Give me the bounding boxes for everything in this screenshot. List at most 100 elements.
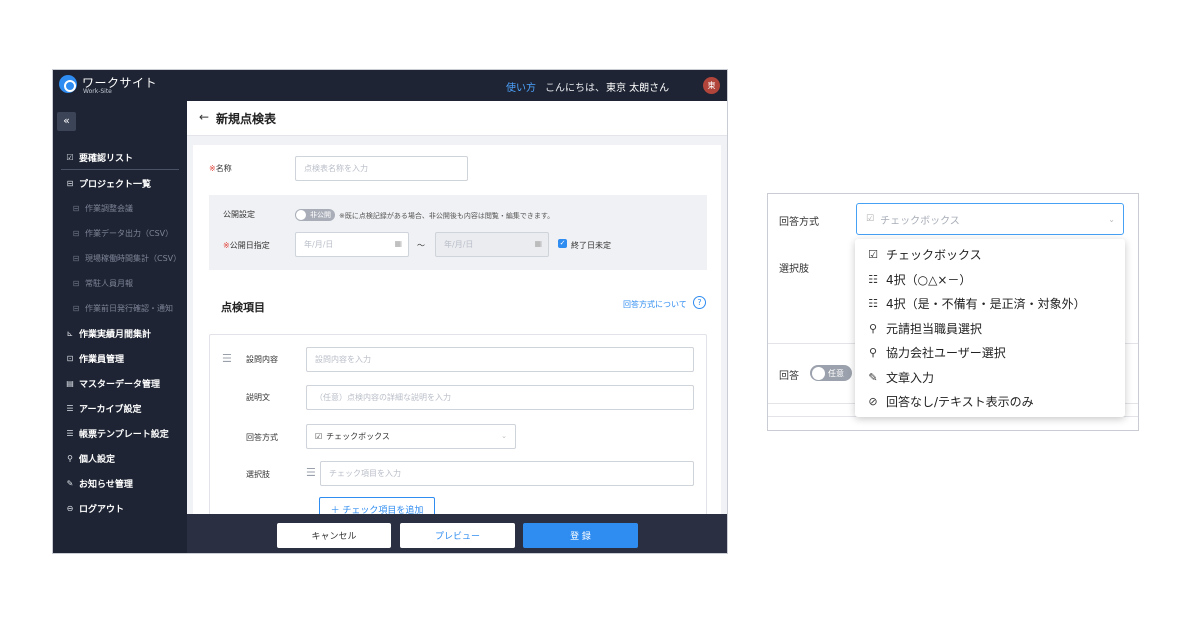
sidebar-item-monthly-summary[interactable]: ⊾ 作業実績月間集計: [53, 323, 187, 343]
description-label: 説明文: [246, 393, 270, 402]
start-date-input[interactable]: 年/月/日 ▦: [295, 232, 409, 257]
menu-item-partner-user[interactable]: ⚲ 協力会社ユーザー選択: [855, 340, 1125, 364]
sidebar-subitem-meeting[interactable]: ⊟ 作業調整会議: [53, 198, 187, 218]
end-undecided-checkbox[interactable]: ✓: [558, 239, 567, 248]
sidebar-item-label: プロジェクト一覧: [79, 179, 152, 190]
menu-item-label: 元請担当職員選択: [886, 321, 983, 336]
zoom-choices-label: 選択肢: [779, 264, 809, 275]
sidebar-item-label: 常駐人員月報: [85, 278, 133, 288]
answer-required-toggle[interactable]: 任意: [810, 365, 852, 381]
menu-item-label: 協力会社ユーザー選択: [886, 345, 1006, 360]
chevron-down-icon: ⌄: [1108, 215, 1115, 224]
menu-item-label: 回答なし/テキスト表示のみ: [886, 394, 1034, 409]
zoom-answer-row-label: 回答: [779, 371, 799, 382]
zoom-answer-label: 回答方式: [779, 217, 819, 228]
zoom-answer-select[interactable]: ☑ チェックボックス ⌄: [856, 203, 1124, 235]
sidebar-item-label: 個人設定: [79, 454, 116, 465]
sidebar-divider: [61, 169, 179, 170]
doc-icon: ⊟: [72, 253, 80, 263]
person-icon: ⚲: [868, 321, 878, 335]
zoom-selected-value: チェックボックス: [880, 215, 960, 227]
section-title: 点検項目: [221, 301, 265, 314]
preview-button[interactable]: プレビュー: [400, 523, 515, 548]
logo-subtitle: Work-Site: [83, 88, 112, 95]
answer-method-select[interactable]: ☑ チェックボックス ⌄: [306, 424, 516, 449]
help-link[interactable]: 使い方: [506, 79, 536, 94]
page-header: ← 新規点検表: [187, 101, 727, 136]
menu-item-4choice-status[interactable]: ☷ 4択（是・不備有・是正済・対象外）: [855, 291, 1125, 315]
person-icon: ⚲: [67, 453, 73, 463]
drag-handle-icon[interactable]: ☰: [306, 466, 316, 479]
id-card-icon: ⊡: [66, 353, 74, 363]
zoomed-dropdown-panel: 回答方式 ☑ チェックボックス ⌄ 選択肢 回答 任意 ☑ チェックボックス ☷…: [767, 193, 1139, 431]
about-answer-link[interactable]: 回答方式について: [623, 299, 687, 310]
logout-icon: ⊖: [66, 503, 74, 513]
end-undecided-label: 終了日未定: [571, 241, 611, 250]
back-arrow-icon[interactable]: ←: [199, 110, 209, 124]
question-label: 設問内容: [246, 355, 278, 364]
publish-settings-box: 公開設定 非公開 ※既に点検記録がある場合、非公開後も内容は閲覧・編集できます。…: [209, 195, 707, 270]
chevron-down-icon: ⌄: [501, 432, 507, 440]
question-mark-icon[interactable]: ?: [693, 296, 706, 309]
doc-icon: ⊟: [72, 228, 80, 238]
avatar[interactable]: 東: [703, 77, 720, 94]
menu-item-4choice-symbols[interactable]: ☷ 4択（○△×－）: [855, 267, 1125, 291]
description-input[interactable]: （任意）点検内容の詳細な説明を入力: [306, 385, 694, 410]
collapse-sidebar-button[interactable]: «: [57, 112, 76, 131]
list-icon: ☷: [868, 272, 878, 286]
name-input[interactable]: 点検表名称を入力: [295, 156, 468, 181]
sidebar-item-personal[interactable]: ⚲ 個人設定: [53, 448, 187, 468]
sidebar-item-logout[interactable]: ⊖ ログアウト: [53, 498, 187, 518]
sidebar-item-projects[interactable]: ⊟ プロジェクト一覧: [53, 173, 187, 193]
name-label-text: 名称: [215, 164, 232, 173]
chart-icon: ⊾: [66, 328, 74, 338]
answer-method-menu: ☑ チェックボックス ☷ 4択（○△×－） ☷ 4択（是・不備有・是正済・対象外…: [855, 239, 1125, 417]
publish-date-label: ※公開日指定: [223, 240, 270, 251]
logo-icon: [59, 75, 77, 93]
toggle-knob: [812, 366, 825, 380]
menu-item-contractor-staff[interactable]: ⚲ 元請担当職員選択: [855, 316, 1125, 340]
folder-icon: ⊟: [66, 178, 74, 188]
sidebar-item-label: 要確認リスト: [79, 153, 134, 164]
sidebar-item-templates[interactable]: ☰ 帳票テンプレート設定: [53, 423, 187, 443]
question-box: ☰ 設問内容 設問内容を入力 説明文 （任意）点検内容の詳細な説明を入力 回答方…: [209, 334, 707, 524]
app-window: ワークサイト Work-Site 使い方 こんにちは、 東京 太朗さん 東 « …: [52, 69, 728, 554]
doc-icon: ⊟: [72, 278, 80, 288]
choices-input[interactable]: チェック項目を入力: [320, 461, 694, 486]
calendar-icon: ▦: [394, 239, 402, 248]
sidebar-subitem-hours-csv[interactable]: ⊟ 現場稼働時間集計（CSV）: [53, 248, 187, 268]
start-date-placeholder: 年/月/日: [304, 240, 334, 249]
choices-label: 選択肢: [246, 470, 270, 479]
top-bar: ワークサイト Work-Site 使い方 こんにちは、 東京 太朗さん 東: [53, 70, 727, 101]
toggle-label: 任意: [828, 368, 844, 378]
drag-handle-icon[interactable]: ☰: [222, 352, 232, 365]
edit-icon: ✎: [66, 478, 74, 488]
doc-icon: ⊟: [72, 303, 80, 313]
cancel-button[interactable]: キャンセル: [277, 523, 391, 548]
sidebar-subitem-work-data-csv[interactable]: ⊟ 作業データ出力（CSV）: [53, 223, 187, 243]
footer-bar: キャンセル プレビュー 登 録: [187, 514, 727, 553]
sidebar-item-archive[interactable]: ☰ アーカイブ設定: [53, 398, 187, 418]
user-name[interactable]: 東京 太朗さん: [606, 79, 669, 94]
sidebar-subitem-notice[interactable]: ⊟ 作業前日発行確認・通知: [53, 298, 187, 318]
menu-item-checkbox[interactable]: ☑ チェックボックス: [855, 242, 1125, 266]
publish-toggle[interactable]: 非公開: [295, 209, 335, 221]
register-button[interactable]: 登 録: [523, 523, 638, 548]
main-content: ← 新規点検表 ※名称 点検表名称を入力 公開設定 非公開 ※既に点検記録がある…: [187, 101, 727, 553]
sidebar-item-confirm-list[interactable]: ☑ 要確認リスト: [53, 147, 187, 167]
sidebar-item-notices[interactable]: ✎ お知らせ管理: [53, 473, 187, 493]
sidebar-item-label: 作業員管理: [79, 354, 125, 365]
edit-icon: ✎: [868, 370, 878, 384]
sidebar-item-workers[interactable]: ⊡ 作業員管理: [53, 348, 187, 368]
question-input[interactable]: 設問内容を入力: [306, 347, 694, 372]
sidebar-item-label: 帳票テンプレート設定: [79, 429, 169, 440]
menu-item-no-answer[interactable]: ⊘ 回答なし/テキスト表示のみ: [855, 389, 1125, 413]
sidebar-item-label: マスターデータ管理: [79, 379, 161, 390]
checklist-icon: ☑: [66, 152, 74, 162]
date-range-tilde: ～: [417, 241, 425, 250]
menu-item-text-input[interactable]: ✎ 文章入力: [855, 365, 1125, 389]
sidebar-subitem-monthly-report[interactable]: ⊟ 常駐人員月報: [53, 273, 187, 293]
sidebar-item-master-data[interactable]: ▤ マスターデータ管理: [53, 373, 187, 393]
end-date-input[interactable]: 年/月/日 ▦: [435, 232, 549, 257]
calendar-icon: ▦: [534, 239, 542, 248]
